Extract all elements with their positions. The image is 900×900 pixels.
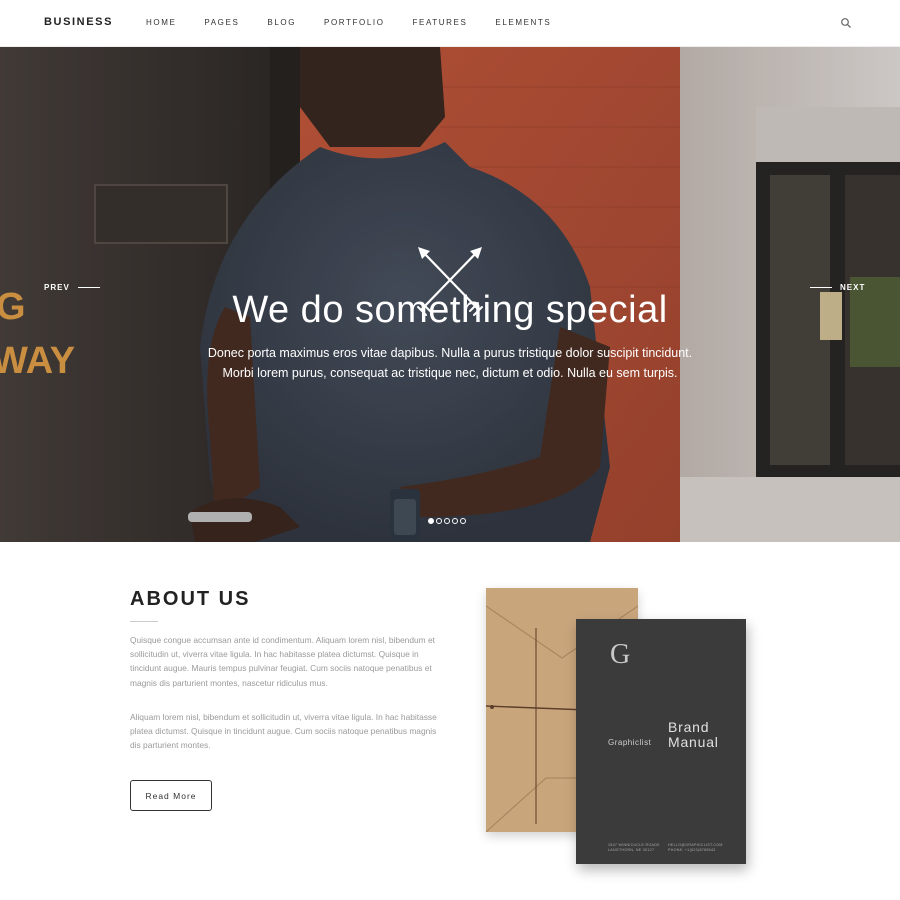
book-title: Brand Manual	[668, 720, 719, 750]
menu-item-portfolio[interactable]: PORTFOLIO	[324, 18, 384, 27]
next-label: NEXT	[840, 283, 866, 292]
slider-dot-4[interactable]	[452, 518, 458, 524]
next-line	[810, 287, 832, 288]
prev-slide-button[interactable]: PREV	[44, 283, 108, 292]
about-paragraph-2: Aliquam lorem nisl, bibendum et sollicit…	[130, 712, 437, 751]
hero-subtitle: Donec porta maximus eros vitae dapibus. …	[190, 343, 710, 383]
brand-manual-mockup-image: G Graphiclist Brand Manual 1547 WINNICUC…	[478, 580, 768, 880]
slider-dot-2[interactable]	[436, 518, 442, 524]
hero-title: We do something special	[232, 289, 668, 331]
brand-manual-book: G Graphiclist Brand Manual 1547 WINNICUC…	[576, 619, 746, 864]
menu-item-elements[interactable]: ELEMENTS	[495, 18, 551, 27]
main-menu: HOME PAGES BLOG PORTFOLIO FEATURES ELEME…	[146, 18, 579, 27]
about-paragraph-1: Quisque congue accumsan ante id condimen…	[130, 635, 435, 688]
about-divider	[130, 621, 158, 622]
book-title-line-2: Manual	[668, 734, 719, 750]
hero-slider: G WAY We do something special Donec port…	[0, 47, 900, 542]
top-navigation: BUSINESS HOME PAGES BLOG PORTFOLIO FEATU…	[0, 0, 900, 47]
hero-subtitle-line-2: Morbi lorem purus, consequat ac tristiqu…	[222, 366, 678, 380]
book-footer-left-2: LANGTHORN, NE 30127	[608, 848, 655, 852]
hero-subtitle-line-1: Donec porta maximus eros vitae dapibus. …	[207, 346, 693, 360]
read-more-button[interactable]: Read More	[130, 780, 212, 811]
slider-dot-1[interactable]	[428, 518, 434, 524]
about-heading: ABOUT US	[130, 588, 251, 610]
next-slide-button[interactable]: NEXT	[802, 283, 865, 292]
prev-label: PREV	[44, 283, 70, 292]
book-footer-address: 1547 WINNICUCLE ROADE LANGTHORN, NE 3012…	[608, 843, 660, 853]
slider-dot-3[interactable]	[444, 518, 450, 524]
menu-item-home[interactable]: HOME	[146, 18, 176, 27]
book-logo-letter: G	[610, 639, 631, 670]
book-footer-right-2: PHONE: +1(623)8765543	[668, 848, 716, 852]
book-brand-name: Graphiclist	[608, 738, 652, 747]
menu-item-features[interactable]: FEATURES	[413, 18, 468, 27]
search-icon[interactable]	[840, 17, 852, 29]
brand-logo[interactable]: BUSINESS	[44, 16, 113, 28]
book-title-line-1: Brand	[668, 719, 710, 735]
slider-pagination	[428, 518, 466, 524]
slider-dot-5[interactable]	[460, 518, 466, 524]
menu-item-blog[interactable]: BLOG	[267, 18, 296, 27]
prev-line	[77, 287, 100, 288]
book-footer-contact: HELLO@GRAPHICLIST.COM PHONE: +1(623)8765…	[668, 843, 723, 853]
menu-item-pages[interactable]: PAGES	[204, 18, 239, 27]
